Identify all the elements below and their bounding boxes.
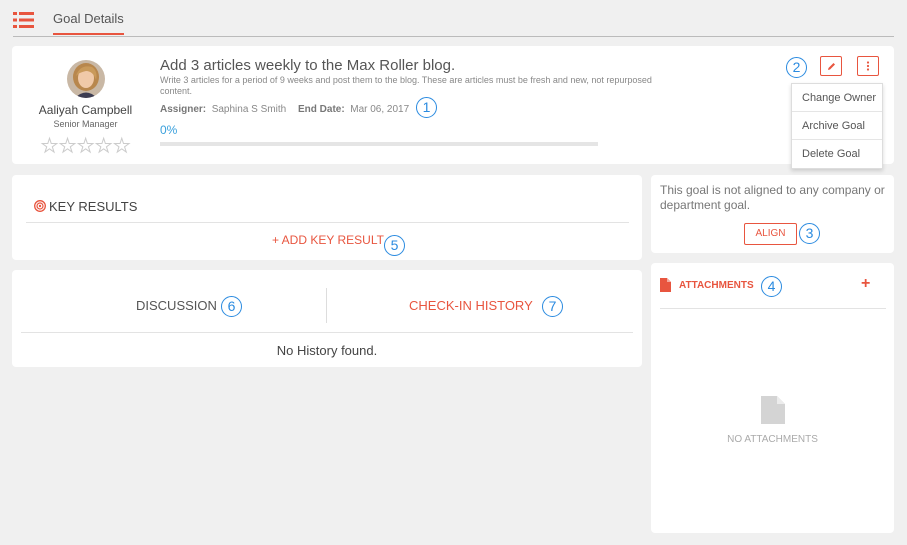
callout-4: 4	[761, 276, 782, 297]
end-date-label: End Date:	[298, 104, 345, 115]
target-icon	[34, 200, 46, 212]
callout-5: 5	[384, 235, 405, 256]
divider	[660, 308, 886, 309]
tab-divider	[326, 288, 327, 323]
attachments-card: ATTACHMENTS 4 + NO ATTACHMENTS	[651, 263, 894, 533]
active-tab-indicator	[53, 33, 124, 35]
star-icon[interactable]: ★	[113, 137, 131, 157]
vertical-dots-icon	[866, 61, 870, 71]
key-results-title: KEY RESULTS	[49, 199, 138, 214]
document-icon	[660, 278, 671, 292]
key-results-card: KEY RESULTS + ADD KEY RESULT 5	[12, 175, 642, 260]
callout-1: 1	[416, 97, 437, 118]
tab-goal-details[interactable]: Goal Details	[53, 11, 124, 26]
tab-discussion[interactable]: DISCUSSION	[136, 298, 217, 313]
tab-check-in-history[interactable]: CHECK-IN HISTORY	[409, 298, 533, 313]
empty-history-message: No History found.	[276, 343, 378, 358]
more-button[interactable]	[857, 56, 879, 76]
align-card: This goal is not aligned to any company …	[651, 175, 894, 253]
progress-bar	[160, 142, 598, 146]
add-attachment-button[interactable]: +	[861, 275, 870, 293]
star-icon[interactable]: ★	[59, 137, 77, 157]
assigner: Assigner: Saphina S Smith	[160, 104, 286, 115]
divider	[26, 222, 629, 223]
add-key-result-button[interactable]: + ADD KEY RESULT	[272, 233, 384, 247]
pencil-icon	[827, 62, 835, 70]
list-icon[interactable]	[13, 12, 34, 28]
owner-name: Aaliyah Campbell	[38, 103, 133, 117]
attachments-title: ATTACHMENTS	[679, 280, 754, 291]
end-date-value: Mar 06, 2017	[350, 104, 410, 115]
align-button[interactable]: ALIGN	[744, 223, 797, 245]
star-rating[interactable]: ★ ★ ★ ★ ★	[40, 137, 131, 157]
menu-item-archive-goal[interactable]: Archive Goal	[792, 112, 882, 140]
goal-description: Write 3 articles for a period of 9 weeks…	[160, 75, 652, 96]
edit-button[interactable]	[820, 56, 842, 76]
menu-item-change-owner[interactable]: Change Owner	[792, 84, 882, 112]
star-icon[interactable]: ★	[40, 137, 58, 157]
divider	[21, 332, 633, 333]
star-icon[interactable]: ★	[95, 137, 113, 157]
callout-6: 6	[221, 296, 242, 317]
discussion-card: DISCUSSION 6 CHECK-IN HISTORY 7 No Histo…	[12, 270, 642, 367]
align-message: This goal is not aligned to any company …	[660, 183, 885, 212]
callout-3: 3	[799, 223, 820, 244]
goal-card: Aaliyah Campbell Senior Manager ★ ★ ★ ★ …	[12, 46, 894, 169]
star-icon[interactable]: ★	[77, 137, 95, 157]
assigner-label: Assigner:	[160, 104, 207, 115]
assigner-value: Saphina S Smith	[211, 104, 287, 115]
menu-item-delete-goal[interactable]: Delete Goal	[792, 140, 882, 168]
progress-percent: 0%	[160, 123, 178, 137]
owner-role: Senior Manager	[53, 119, 118, 129]
callout-2: 2	[786, 57, 807, 78]
top-bar: Goal Details	[0, 0, 907, 38]
goal-title: Add 3 articles weekly to the Max Roller …	[160, 57, 456, 74]
actions-dropdown: Change Owner Archive Goal Delete Goal	[791, 83, 883, 169]
avatar[interactable]	[67, 60, 105, 98]
end-date: End Date: Mar 06, 2017	[298, 104, 409, 115]
empty-attachments-message: NO ATTACHMENTS	[727, 434, 818, 445]
divider	[13, 36, 894, 37]
callout-7: 7	[542, 296, 563, 317]
file-icon	[761, 396, 785, 424]
